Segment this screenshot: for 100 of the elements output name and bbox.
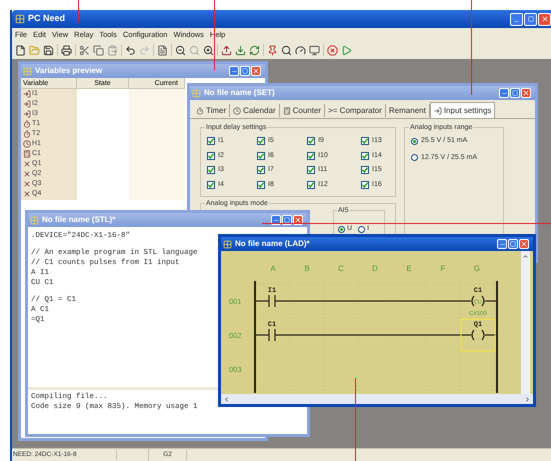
close-button[interactable]	[293, 215, 303, 225]
clock-icon	[233, 106, 242, 114]
maximize-button[interactable]	[524, 12, 537, 26]
x-icon	[23, 160, 31, 168]
scroll-up-icon[interactable]	[522, 253, 529, 260]
window-icon	[223, 240, 232, 248]
checkmark-icon	[308, 152, 314, 159]
document-icon[interactable]	[157, 44, 168, 56]
close-icon	[540, 15, 548, 23]
checkmark-icon	[208, 167, 214, 174]
checkbox[interactable]	[257, 166, 266, 174]
save-icon[interactable]	[43, 44, 54, 56]
contact-symbol[interactable]	[256, 295, 276, 307]
checkbox[interactable]	[361, 180, 370, 189]
checkmark-icon	[208, 152, 214, 159]
undo-icon[interactable]	[125, 44, 136, 56]
maximize-icon	[528, 16, 534, 22]
checkbox[interactable]	[207, 180, 215, 189]
upload-icon[interactable]	[221, 44, 232, 56]
copy-icon[interactable]	[93, 44, 104, 56]
coil-symbol[interactable]	[466, 295, 498, 307]
scissors-icon[interactable]	[79, 44, 90, 56]
maximize-button[interactable]	[510, 88, 520, 98]
gauge-icon[interactable]	[295, 44, 306, 56]
vertical-scrollbar[interactable]	[521, 251, 530, 394]
timer-icon	[23, 130, 31, 138]
scroll-right-icon[interactable]	[524, 396, 531, 402]
monitor-icon[interactable]	[309, 44, 320, 56]
maximize-icon	[510, 241, 516, 247]
play-icon[interactable]	[341, 44, 352, 56]
maximize-button[interactable]	[240, 66, 250, 76]
checkbox[interactable]	[207, 137, 215, 146]
checkmark-icon	[208, 182, 214, 188]
window-title: No file name (SET)	[204, 87, 275, 99]
checkbox[interactable]	[307, 152, 316, 160]
minimize-button[interactable]	[229, 66, 239, 76]
coil-symbol[interactable]	[460, 318, 498, 352]
maximize-icon	[512, 90, 518, 96]
window-title: Variables preview	[35, 65, 102, 77]
input-icon	[434, 106, 442, 114]
maximize-button[interactable]	[508, 239, 518, 249]
contact-symbol[interactable]	[256, 329, 276, 341]
maximize-icon	[284, 217, 290, 223]
tab[interactable]: >= Comparator	[325, 104, 386, 117]
x-icon	[23, 180, 31, 188]
checkbox[interactable]	[207, 166, 215, 174]
minimize-button[interactable]	[510, 12, 523, 26]
minimize-button[interactable]	[499, 88, 509, 98]
tab[interactable]: Input settings	[430, 102, 496, 118]
checkbox[interactable]	[361, 166, 370, 174]
tab[interactable]: Calendar	[230, 104, 280, 117]
table-cell	[129, 89, 185, 100]
checkbox[interactable]	[307, 180, 316, 189]
checkbox[interactable]	[307, 137, 316, 146]
search-icon[interactable]	[281, 44, 292, 56]
tab[interactable]: Timer	[193, 104, 230, 117]
tab[interactable]: Counter	[280, 104, 326, 117]
window-icon	[192, 88, 201, 98]
close-icon	[252, 67, 260, 75]
scroll-left-icon[interactable]	[223, 396, 230, 402]
horizontal-scrollbar[interactable]	[221, 394, 533, 404]
timer-icon	[196, 106, 204, 114]
close-button[interactable]	[538, 12, 551, 26]
checkbox[interactable]	[257, 137, 266, 146]
radio-button[interactable]	[411, 138, 418, 145]
zoom-in-icon[interactable]	[203, 44, 214, 56]
radio-button[interactable]	[411, 154, 418, 162]
stop-icon[interactable]	[327, 44, 338, 56]
checkbox[interactable]	[257, 180, 266, 189]
checkbox[interactable]	[257, 152, 266, 160]
calculator-icon	[23, 150, 31, 158]
new-file-icon[interactable]	[15, 44, 26, 56]
close-button[interactable]	[521, 88, 531, 98]
checkmark-icon	[362, 167, 368, 174]
radio-button[interactable]	[358, 226, 366, 233]
radio-button[interactable]	[338, 226, 345, 233]
window-title: No file name (STL)*	[42, 214, 116, 226]
checkmark-icon	[258, 167, 264, 174]
minimize-button[interactable]	[271, 215, 281, 225]
column-label: B	[304, 264, 310, 273]
minimize-icon	[498, 241, 506, 248]
refresh-icon[interactable]	[249, 44, 260, 56]
close-button[interactable]	[251, 66, 261, 76]
checkbox[interactable]	[307, 166, 316, 174]
download-icon[interactable]	[235, 44, 246, 56]
pin-icon[interactable]	[267, 44, 278, 56]
zoom-out-icon[interactable]	[175, 44, 186, 56]
checkbox[interactable]	[361, 152, 370, 160]
close-icon	[294, 216, 302, 224]
maximize-button[interactable]	[282, 215, 292, 225]
printer-icon[interactable]	[61, 44, 72, 56]
checkbox[interactable]	[207, 152, 215, 160]
checkbox[interactable]	[361, 137, 370, 146]
window-icon	[23, 66, 32, 76]
close-button[interactable]	[519, 239, 529, 249]
checkmark-icon	[308, 182, 314, 188]
minimize-button[interactable]	[497, 239, 507, 249]
leader-line	[78, 0, 79, 22]
column-label: C	[338, 264, 344, 273]
checkmark-icon	[258, 138, 264, 144]
